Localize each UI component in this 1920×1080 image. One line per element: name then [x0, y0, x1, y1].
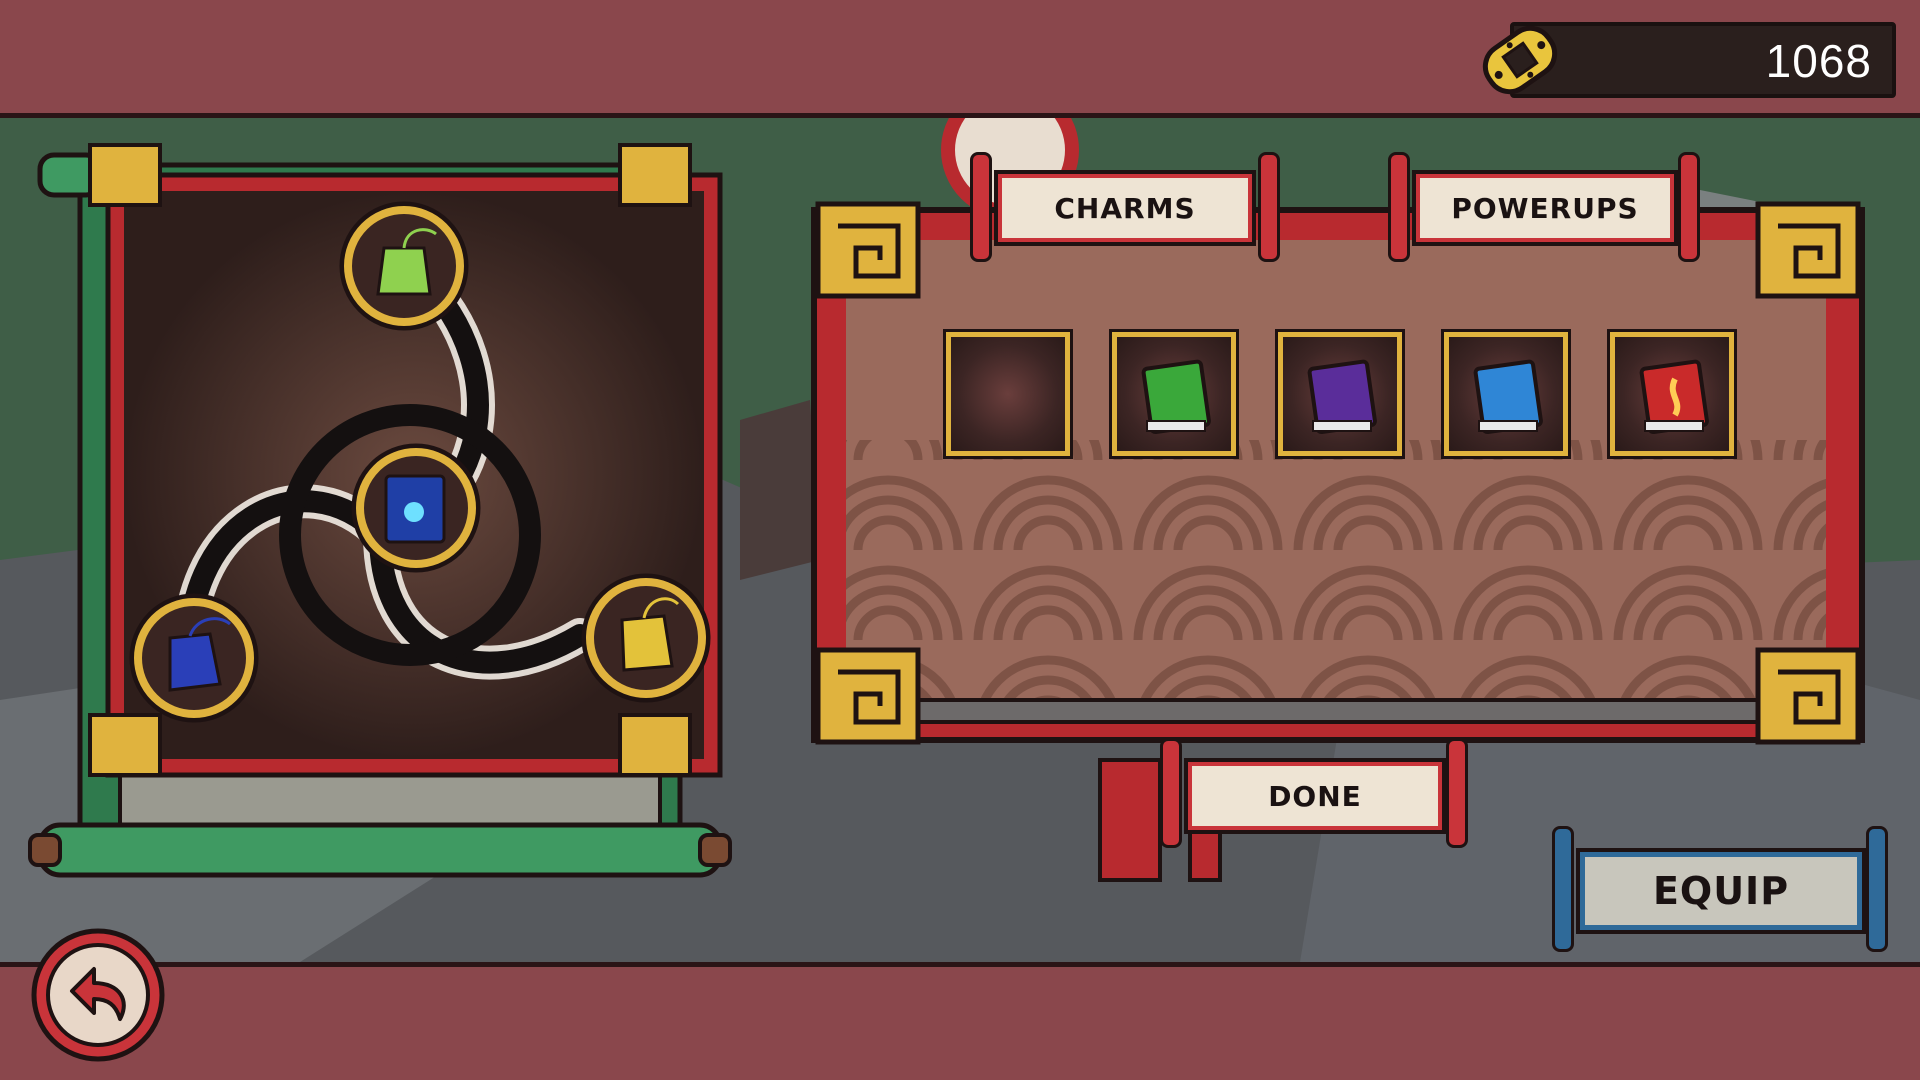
done-rod — [1160, 738, 1182, 848]
equip-rod — [1552, 826, 1574, 952]
inventory-slot-purple-spellbook[interactable] — [1275, 329, 1405, 459]
inventory-slot-empty[interactable] — [943, 329, 1073, 459]
loadout-slot-center[interactable] — [348, 440, 484, 576]
inventory-slot-blue-spellbook[interactable] — [1441, 329, 1571, 459]
tab-rod — [1388, 152, 1410, 262]
equip-button[interactable]: EQUIP — [1576, 848, 1866, 934]
equip-rod — [1866, 826, 1888, 952]
inventory-panel — [811, 201, 1865, 745]
currency-value: 1068 — [1765, 35, 1872, 87]
purple-spellbook-icon — [1307, 359, 1377, 435]
tab-powerups[interactable]: POWERUPS — [1412, 170, 1678, 246]
inventory-slot-green-spellbook[interactable] — [1109, 329, 1239, 459]
tab-rod — [1678, 152, 1700, 262]
done-rod — [1446, 738, 1468, 848]
red-spellbook-icon — [1639, 359, 1709, 435]
done-button[interactable]: DONE — [1184, 758, 1446, 834]
loadout-slot-charm-top[interactable] — [336, 198, 472, 334]
green-spellbook-icon — [1141, 359, 1211, 435]
blue-spellbook-icon — [1473, 359, 1543, 435]
loadout-slot-charm-right[interactable] — [578, 570, 714, 706]
tab-rod — [1258, 152, 1280, 262]
coin-icon — [1482, 25, 1558, 95]
tab-charms[interactable]: CHARMS — [994, 170, 1256, 246]
back-button[interactable] — [28, 925, 168, 1065]
inventory-slot-red-spellbook[interactable] — [1607, 329, 1737, 459]
bottom-bar — [0, 962, 1920, 1080]
loadout-slot-charm-left[interactable] — [126, 590, 262, 726]
tab-rod — [970, 152, 992, 262]
